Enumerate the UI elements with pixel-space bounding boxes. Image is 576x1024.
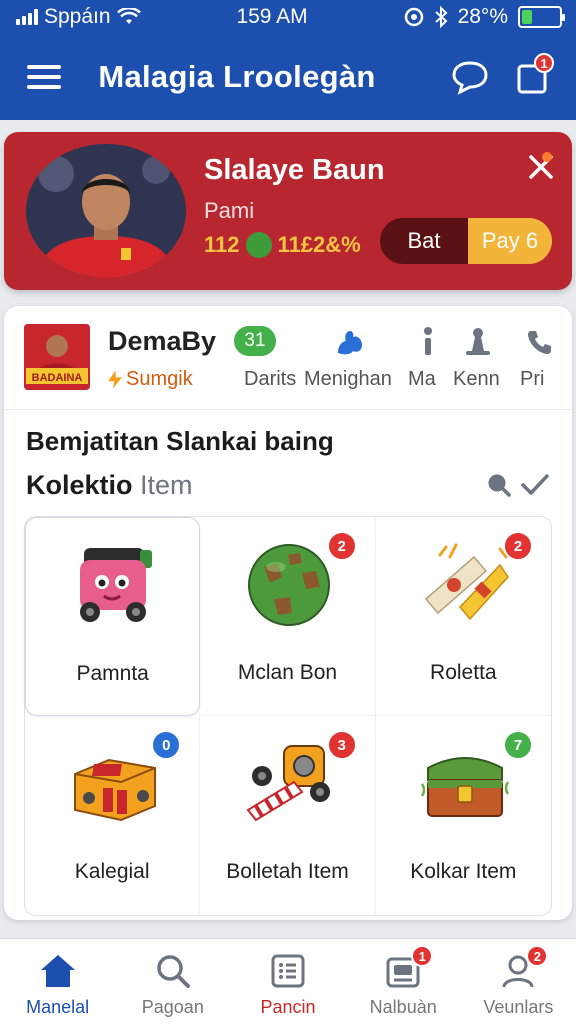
top-bar: Sppáın 159 AM 28°% Malagia Lroolegàn 1 (0, 0, 576, 120)
nav-badge: 1 (411, 945, 434, 967)
nav-search[interactable]: Pagoan (115, 939, 230, 1024)
robot-car-icon (80, 548, 152, 622)
item-tile[interactable]: Kalegial 0 (25, 716, 201, 915)
item-tile[interactable]: Pamnta (25, 517, 201, 716)
game-label-2[interactable]: Ma (408, 368, 436, 391)
nav-label: Nalbuàn (369, 997, 437, 1017)
game-row: BADAINA DemaBy 31 Sumgik Darits Menighan… (4, 306, 572, 410)
game-label-3[interactable]: Kenn (453, 368, 500, 391)
item-badge: 2 (326, 531, 357, 561)
player-stat-2: 11£2&% (277, 232, 361, 257)
search-icon[interactable] (486, 472, 512, 498)
carrier-name: Sppáın (44, 5, 111, 28)
bolt-icon (108, 370, 122, 389)
status-time: 159 AM (236, 5, 308, 28)
wifi-icon (116, 8, 141, 24)
collection-title-suffix: Item (140, 470, 193, 500)
game-logo-text: BADAINA (32, 372, 83, 384)
collection-title-main: Kolektio (26, 470, 133, 500)
nav-messages[interactable]: 1 Nalbuàn (346, 939, 461, 1024)
ticket-icon (424, 543, 509, 621)
nav-list[interactable]: Pancin (230, 939, 345, 1024)
alert-dot (542, 152, 552, 162)
bottom-nav: Manelal Pagoan Pancin 1 Nalbuàn 2 Veunla… (0, 938, 576, 1024)
player-subtitle: Pami (204, 198, 255, 223)
item-badge: 7 (502, 730, 533, 760)
check-icon[interactable] (520, 472, 550, 498)
app-bar: Malagia Lroolegàn 1 (0, 34, 576, 120)
game-logo[interactable]: BADAINA (24, 324, 90, 390)
game-tag: Sumgik (108, 368, 193, 391)
chest-icon (420, 757, 509, 817)
app-title: Malagia Lroolegàn (98, 59, 376, 94)
item-label: Bolletah Item (226, 860, 349, 883)
bet-pay-toggle[interactable]: Bat Pay 6 (380, 218, 552, 264)
list-icon (271, 954, 305, 988)
bluetooth-icon (434, 6, 448, 28)
pin-icon[interactable] (462, 326, 494, 358)
item-label: Kolkar Item (410, 860, 517, 883)
game-label-4[interactable]: Pri (520, 368, 544, 391)
battery-percent: 28°% (457, 5, 508, 28)
item-label: Kalegial (74, 860, 150, 883)
item-badge: 3 (326, 730, 357, 760)
nav-label: Veunlars (483, 997, 554, 1017)
game-label-0[interactable]: Darits (244, 368, 296, 391)
menu-button[interactable] (24, 57, 64, 97)
item-badge: 2 (502, 531, 533, 561)
game-label-1[interactable]: Menighan (304, 368, 392, 391)
player-name: Slalaye Baun (204, 154, 385, 186)
item-tile[interactable]: Mclan Bon 2 (200, 517, 376, 716)
section-heading: Bemjatitan Slankai baing (26, 426, 334, 456)
nav-label: Pancin (260, 997, 316, 1017)
game-name: DemaBy (108, 326, 217, 356)
main-card: BADAINA DemaBy 31 Sumgik Darits Menighan… (4, 306, 572, 920)
pay-button[interactable]: Pay 6 (468, 218, 552, 264)
player-stat-1: 112 (204, 232, 240, 257)
hamburger-icon (27, 65, 61, 89)
search-icon (157, 955, 190, 988)
chat-bubble-icon (452, 61, 488, 95)
battery-icon (518, 6, 565, 28)
notif-badge: 1 (534, 53, 554, 73)
item-tile[interactable]: Bolletah Item 3 (200, 716, 376, 915)
collection-title: Kolektio Item (26, 470, 193, 501)
player-card: Slalaye Baun Pami 112 11£2&% Bat Pay 6 (4, 132, 572, 290)
coin-icon (245, 232, 272, 258)
game-tag-label: Sumgik (126, 368, 193, 390)
ball-icon (248, 544, 331, 626)
nav-label: Manelal (26, 997, 90, 1017)
cart-icon (246, 745, 331, 822)
item-label: Roletta (430, 661, 497, 684)
info-icon[interactable] (412, 326, 444, 358)
bet-button[interactable]: Bat (380, 218, 468, 264)
signal-icon (16, 9, 38, 25)
item-label: Mclan Bon (237, 661, 338, 684)
nav-label: Pagoan (141, 997, 204, 1017)
player-avatar (26, 144, 186, 278)
item-tile[interactable]: Roletta 2 (375, 517, 551, 716)
status-bar: Sppáın 159 AM 28°% (0, 0, 576, 34)
player-stats: 112 11£2&% (204, 232, 361, 258)
menighan-icon[interactable] (334, 326, 366, 358)
nav-users[interactable]: 2 Veunlars (461, 939, 576, 1024)
home-icon (40, 955, 75, 987)
item-grid: Pamnta Mclan Bon 2 Roletta 2 Kalegial 0 … (24, 516, 552, 916)
phone-icon[interactable] (524, 326, 556, 358)
nav-badge: 2 (526, 945, 549, 967)
machine-icon (74, 758, 156, 822)
notifications-button[interactable]: 1 (512, 53, 554, 97)
nav-home[interactable]: Manelal (0, 939, 115, 1024)
collection-tools (486, 472, 550, 498)
alarm-icon (404, 7, 423, 27)
item-badge: 0 (151, 730, 182, 760)
item-label: Pamnta (76, 662, 149, 685)
item-tile[interactable]: Kolkar Item 7 (376, 716, 551, 915)
chat-button[interactable] (450, 57, 490, 97)
game-count-badge: 31 (234, 326, 276, 356)
